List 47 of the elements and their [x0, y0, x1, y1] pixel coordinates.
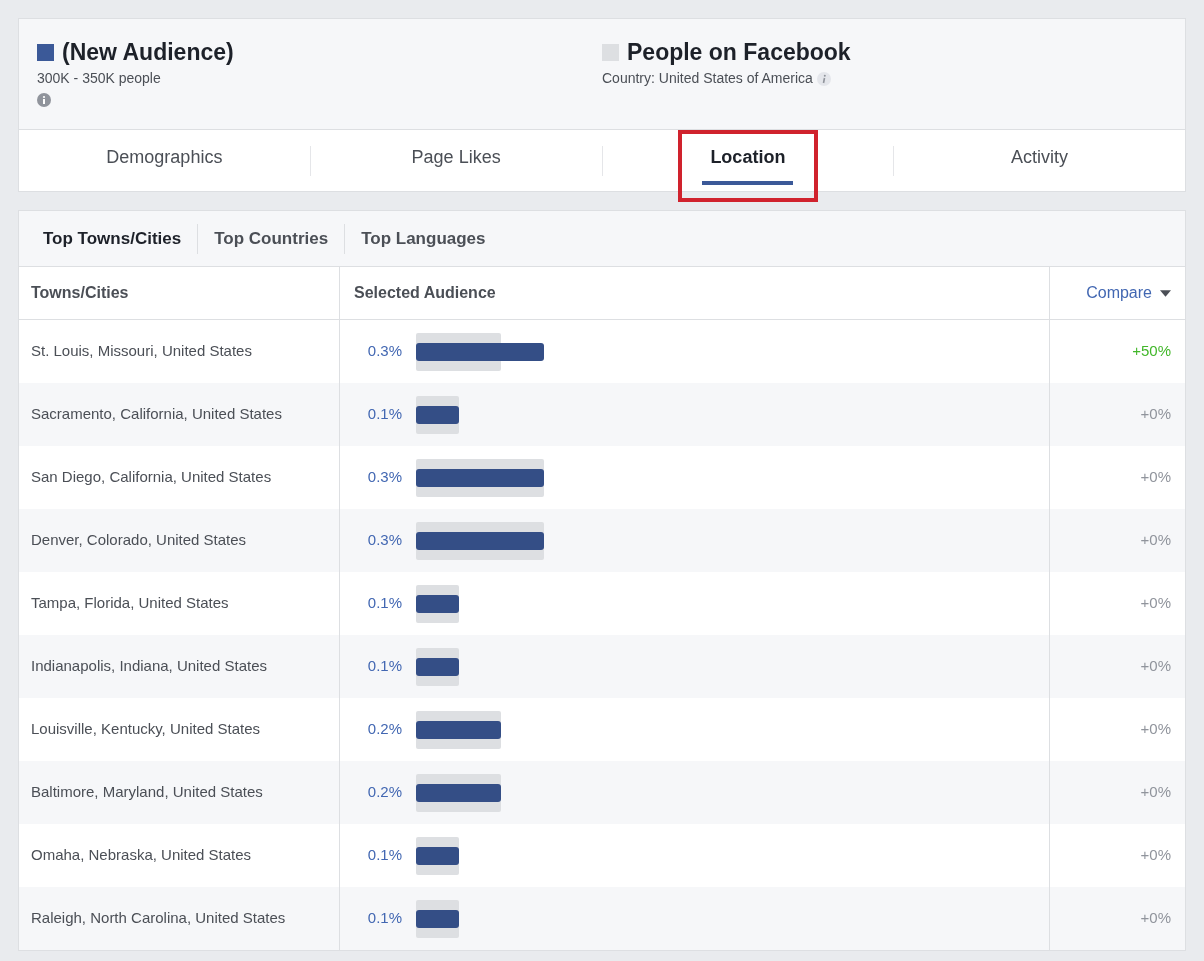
- tab[interactable]: Location: [702, 136, 794, 185]
- change-value: +0%: [1140, 656, 1171, 677]
- change-value: +0%: [1140, 719, 1171, 740]
- table-cell-text: Raleigh, North Carolina, United States: [31, 908, 286, 929]
- percent-value: 0.1%: [366, 593, 402, 614]
- change-value: +50%: [1132, 341, 1171, 362]
- tab[interactable]: Demographics: [98, 136, 231, 185]
- audience-name: People on Facebook: [627, 41, 851, 64]
- change-value: +0%: [1140, 467, 1171, 488]
- audience-detail: 300K - 350K people: [37, 69, 161, 88]
- tab[interactable]: Top Countries: [198, 221, 345, 256]
- percent-value: 0.3%: [366, 467, 402, 488]
- table-cell-text: San Diego, California, United States: [31, 467, 272, 488]
- percent-value: 0.3%: [366, 341, 402, 362]
- table-cell-text: Sacramento, California, United States: [31, 404, 282, 425]
- change-value: +0%: [1140, 404, 1171, 425]
- tab[interactable]: Page Likes: [403, 136, 509, 185]
- compare-dropdown[interactable]: Compare: [1086, 281, 1152, 305]
- info-icon[interactable]: [37, 93, 51, 107]
- change-value: +0%: [1140, 593, 1171, 614]
- tab[interactable]: Top Languages: [345, 221, 502, 256]
- change-value: +0%: [1140, 782, 1171, 803]
- audience-name: (New Audience): [62, 41, 234, 64]
- percent-value: 0.1%: [366, 908, 402, 929]
- table-cell-text: Tampa, Florida, United States: [31, 593, 229, 614]
- tab[interactable]: Activity: [1003, 136, 1077, 185]
- info-icon[interactable]: [816, 71, 831, 86]
- percent-value: 0.1%: [366, 656, 402, 677]
- percent-value: 0.1%: [366, 404, 402, 425]
- percent-value: 0.2%: [366, 719, 402, 740]
- table-cell-text: Denver, Colorado, United States: [31, 530, 247, 551]
- table-cell-text: Indianapolis, Indiana, United States: [31, 656, 267, 677]
- table-cell-text: Omaha, Nebraska, United States: [31, 845, 252, 866]
- percent-value: 0.2%: [366, 782, 402, 803]
- column-header: Towns/Cities: [31, 283, 129, 303]
- table-cell-text: Louisville, Kentucky, United States: [31, 719, 260, 740]
- caret-icon[interactable]: [1160, 289, 1171, 297]
- percent-value: 0.3%: [366, 530, 402, 551]
- percent-value: 0.1%: [366, 845, 402, 866]
- change-value: +0%: [1140, 845, 1171, 866]
- change-value: +0%: [1140, 530, 1171, 551]
- change-value: +0%: [1140, 908, 1171, 929]
- table-cell-text: Baltimore, Maryland, United States: [31, 782, 263, 803]
- audience-detail: Country: United States of America: [602, 69, 813, 88]
- column-header: Selected Audience: [354, 283, 496, 303]
- table-cell-text: St. Louis, Missouri, United States: [31, 341, 252, 362]
- tab[interactable]: Top Towns/Cities: [27, 221, 198, 256]
